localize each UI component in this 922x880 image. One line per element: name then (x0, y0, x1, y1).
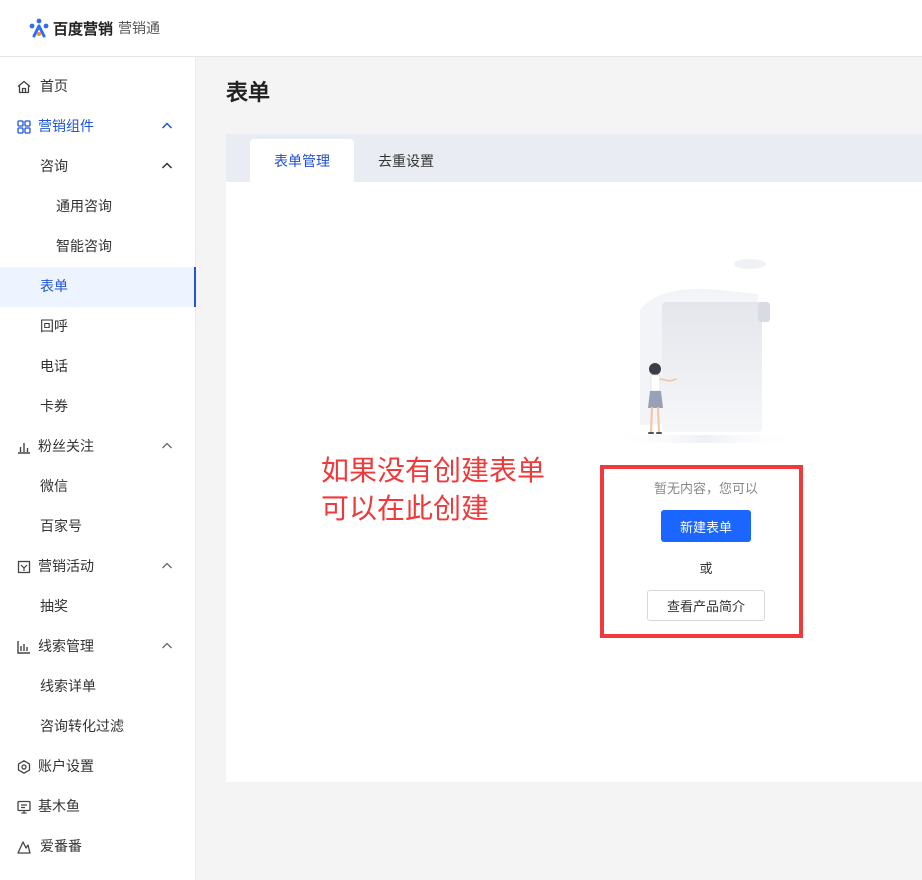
sidebar-item-label: 营销组件 (38, 119, 94, 135)
sidebar-item-jimuyu[interactable]: 基木鱼 (0, 787, 196, 827)
sidebar-item-fans[interactable]: 粉丝关注 (0, 427, 196, 467)
column-chart-icon (17, 641, 30, 654)
sidebar-item-leads[interactable]: 线索管理 (0, 627, 196, 667)
aifanfan-icon (17, 841, 31, 854)
annotation-highlight-box (600, 465, 803, 638)
sidebar-item-label: 抽奖 (40, 599, 68, 615)
tab-dedup-settings[interactable]: 去重设置 (354, 139, 458, 182)
sidebar-item-baijiahao[interactable]: 百家号 (0, 507, 196, 547)
bar-chart-icon (18, 443, 30, 454)
annotation-text: 如果没有创建表单 可以在此创建 (321, 452, 601, 528)
logo[interactable]: 百度营销 营销通 (28, 17, 160, 39)
sidebar-item-account-settings[interactable]: 账户设置 (0, 747, 196, 787)
sidebar-item-label: 百家号 (40, 519, 82, 535)
top-header: 百度营销 营销通 (0, 0, 922, 57)
chevron-up-icon (161, 162, 173, 169)
hexagon-icon (17, 760, 31, 774)
sidebar-item-label: 电话 (40, 359, 68, 375)
sidebar-item-phone[interactable]: 电话 (0, 347, 196, 387)
sidebar-item-label: 智能咨询 (56, 239, 112, 255)
sidebar-item-marketing-activities[interactable]: 营销活动 (0, 547, 196, 587)
sidebar-item-lottery[interactable]: 抽奖 (0, 587, 196, 627)
sidebar-item-label: 通用咨询 (56, 199, 112, 215)
chevron-up-icon (162, 562, 172, 569)
sidebar-item-label: 咨询转化过滤 (40, 719, 124, 735)
sidebar-item-consult-filter[interactable]: 咨询转化过滤 (0, 707, 196, 747)
sidebar-item-label: 首页 (40, 79, 68, 95)
sidebar-item-label: 表单 (40, 279, 68, 295)
sidebar-item-label: 回呼 (40, 319, 68, 335)
sidebar-item-label: 咨询 (40, 159, 68, 175)
sidebar-item-label: 账户设置 (38, 759, 94, 775)
sidebar-item-label: 营销活动 (38, 559, 94, 575)
sidebar-item-smart-consult[interactable]: 智能咨询 (0, 227, 196, 267)
tab-bar: 表单管理 去重设置 (226, 134, 922, 182)
sidebar: 首页 营销组件 咨询 通用咨询 智能咨询 表单 回呼 电话 卡券 粉丝关注 微信 (0, 57, 196, 880)
sidebar-item-label: 粉丝关注 (38, 439, 94, 455)
empty-state-illustration (610, 259, 800, 443)
page-title: 表单 (226, 81, 271, 106)
tab-form-management[interactable]: 表单管理 (250, 139, 354, 182)
sidebar-item-consult[interactable]: 咨询 (0, 147, 196, 187)
annotation-line-1: 如果没有创建表单 (321, 454, 546, 487)
sidebar-item-form[interactable]: 表单 (0, 267, 196, 307)
sidebar-item-lead-details[interactable]: 线索详单 (0, 667, 196, 707)
sidebar-item-label: 爱番番 (40, 839, 82, 855)
sidebar-item-home[interactable]: 首页 (0, 67, 196, 107)
baidu-logo-icon (28, 17, 50, 39)
brand-name: 百度营销 (53, 19, 114, 38)
gift-icon (17, 560, 31, 574)
sidebar-item-aifanfan[interactable]: 爱番番 (0, 827, 196, 867)
sidebar-item-label: 线索详单 (40, 679, 96, 695)
sidebar-item-label: 微信 (40, 479, 68, 495)
grid-icon (17, 120, 31, 134)
sidebar-item-general-consult[interactable]: 通用咨询 (0, 187, 196, 227)
product-name: 营销通 (118, 21, 161, 37)
sidebar-item-callback[interactable]: 回呼 (0, 307, 196, 347)
chevron-up-icon (161, 122, 173, 129)
sidebar-item-coupon[interactable]: 卡券 (0, 387, 196, 427)
sidebar-item-marketing-components[interactable]: 营销组件 (0, 107, 196, 147)
chevron-up-icon (162, 642, 172, 649)
sidebar-item-label: 卡券 (40, 399, 68, 415)
monitor-icon (17, 800, 31, 814)
sidebar-item-label: 线索管理 (38, 639, 94, 655)
home-icon (17, 80, 31, 94)
sidebar-item-wechat[interactable]: 微信 (0, 467, 196, 507)
sidebar-item-label: 基木鱼 (38, 799, 80, 815)
chevron-up-icon (162, 442, 172, 449)
annotation-line-2: 可以在此创建 (321, 492, 490, 525)
